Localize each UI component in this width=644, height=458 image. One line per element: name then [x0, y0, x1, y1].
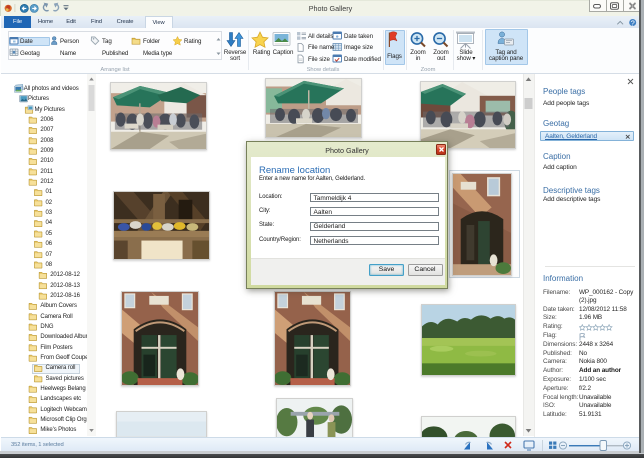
svg-text:?: ?: [631, 18, 635, 27]
